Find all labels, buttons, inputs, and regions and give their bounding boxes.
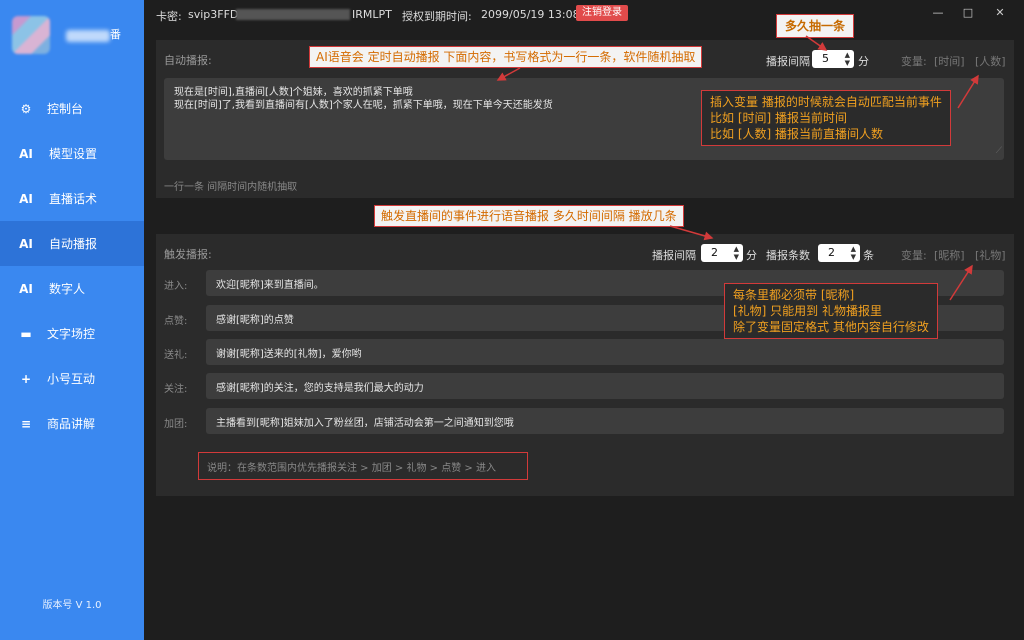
row-label: 进入: <box>164 281 188 292</box>
sidebar-item-label: 文字场控 <box>47 327 96 341</box>
sidebar-item-model-settings[interactable]: AI 模型设置 <box>0 131 144 176</box>
trigger-count-unit: 条 <box>863 249 874 262</box>
title-bar: 卡密: svip3FFD IRMLPT 授权到期时间: 2099/05/19 1… <box>144 0 1024 28</box>
trigger-count-label: 播报条数 <box>766 249 810 262</box>
ai-icon: AI <box>19 236 33 251</box>
sidebar-item-text-control[interactable]: ▬ 文字场控 <box>0 311 144 356</box>
annotation-frequency: 多久抽一条 <box>776 14 855 38</box>
row-label: 关注: <box>164 384 188 395</box>
sidebar-item-live-script[interactable]: AI 直播话术 <box>0 176 144 221</box>
row-label: 加团: <box>164 419 188 430</box>
auto-interval-unit: 分 <box>858 55 869 68</box>
annotation-line: 插入变量 播报的时候就会自动匹配当前事件 <box>710 95 942 109</box>
trigger-interval-value: 2 <box>711 246 718 259</box>
annotation-variables: 插入变量 播报的时候就会自动匹配当前事件 比如 [时间] 播报当前时间 比如 [… <box>701 90 951 146</box>
expire-value: 2099/05/19 13:08 <box>481 8 580 21</box>
username-redacted <box>66 30 110 42</box>
row-label: 送礼: <box>164 350 188 361</box>
list-icon: ≡ <box>20 416 32 431</box>
stepper-arrows-icon[interactable]: ▲ ▼ <box>851 245 856 261</box>
annotation-rules: 每条里都必须带 [昵称] [礼物] 只能用到 礼物播报里 除了变量固定格式 其他… <box>724 283 938 339</box>
minimize-icon[interactable]: — <box>928 4 948 22</box>
version-label: 版本号 V 1.0 <box>42 600 102 611</box>
sidebar-item-label: 商品讲解 <box>47 417 96 431</box>
priority-note: 说明：在条数范围内优先播报关注 > 加团 > 礼物 > 点赞 > 进入 <box>198 452 528 480</box>
annotation-line: 比如 [时间] 播报当前时间 <box>710 111 847 125</box>
card-key-redacted <box>236 9 350 20</box>
trigger-row-follow: 关注: 感谢[昵称]的关注，您的支持是我们最大的动力 <box>164 373 1006 399</box>
trigger-interval-unit: 分 <box>746 249 757 262</box>
sidebar-item-console[interactable]: ⚙ 控制台 <box>0 86 144 131</box>
trigger-row-gift: 送礼: 谢谢[昵称]送来的[礼物]，爱你哟 <box>164 339 1006 365</box>
annotation-auto-desc: AI语音会 定时自动播报 下面内容，书写格式为一行一条，软件随机抽取 <box>309 46 703 68</box>
close-icon[interactable]: ✕ <box>990 4 1010 22</box>
card-key-value-start: svip3FFD <box>188 8 239 21</box>
variable-time[interactable]: [时间] <box>934 53 965 69</box>
stepper-arrows-icon[interactable]: ▲ ▼ <box>845 51 850 67</box>
sidebar-item-product-explain[interactable]: ≡ 商品讲解 <box>0 401 144 446</box>
add-user-icon: + <box>20 371 32 386</box>
gift-input[interactable]: 谢谢[昵称]送来的[礼物]，爱你哟 <box>206 339 1004 365</box>
trigger-broadcast-panel: 触发播报: 播报间隔 2 ▲ ▼ 分 播报条数 2 ▲ ▼ 条 变量: [昵称] [… <box>156 234 1014 496</box>
follow-input[interactable]: 感谢[昵称]的关注，您的支持是我们最大的动力 <box>206 373 1004 399</box>
auto-interval-label: 播报间隔 <box>766 55 810 68</box>
annotation-line: 比如 [人数] 播报当前直播间人数 <box>710 127 883 141</box>
avatar <box>12 16 50 54</box>
sidebar-item-label: 小号互动 <box>47 372 96 386</box>
sidebar-nav: ⚙ 控制台 AI 模型设置 AI 直播话术 AI 自动播报 AI 数字人 ▬ 文… <box>0 86 144 446</box>
resize-grip-icon[interactable]: ⟋ <box>996 145 1002 158</box>
variable-label: 变量: <box>901 249 927 262</box>
maximize-icon[interactable]: □ <box>958 4 978 22</box>
sidebar-item-label: 控制台 <box>47 102 84 116</box>
trigger-count-value: 2 <box>828 246 835 259</box>
variable-label: 变量: <box>901 55 927 68</box>
sidebar: 番 ⚙ 控制台 AI 模型设置 AI 直播话术 AI 自动播报 AI 数字人 ▬… <box>0 0 144 640</box>
gear-icon: ⚙ <box>20 101 32 116</box>
fan-club-input[interactable]: 主播看到[昵称]姐妹加入了粉丝团，店铺活动会第一之间通知到您哦 <box>206 408 1004 434</box>
row-label: 点赞: <box>164 316 188 327</box>
stepper-arrows-icon[interactable]: ▲ ▼ <box>734 245 739 261</box>
variable-people[interactable]: [人数] <box>975 53 1006 69</box>
trigger-row-fan-club: 加团: 主播看到[昵称]姐妹加入了粉丝团，店铺活动会第一之间通知到您哦 <box>164 408 1006 434</box>
auto-broadcast-title: 自动播报: <box>164 54 212 67</box>
chat-icon: ▬ <box>20 326 32 341</box>
auto-interval-stepper[interactable]: 5 ▲ ▼ <box>812 50 854 68</box>
annotation-trigger-desc: 触发直播间的事件进行语音播报 多久时间间隔 播放几条 <box>374 205 684 227</box>
card-key-value-end: IRMLPT <box>352 8 392 21</box>
auto-broadcast-hint: 一行一条 间隔时间内随机抽取 <box>164 182 298 193</box>
sidebar-item-label: 数字人 <box>49 282 86 296</box>
trigger-broadcast-title: 触发播报: <box>164 248 212 261</box>
ai-icon: AI <box>19 281 33 296</box>
sidebar-item-alt-accounts[interactable]: + 小号互动 <box>0 356 144 401</box>
sidebar-item-auto-broadcast[interactable]: AI 自动播报 <box>0 221 144 266</box>
card-key-label: 卡密: <box>156 10 182 23</box>
username-tail: 番 <box>110 28 121 41</box>
trigger-interval-label: 播报间隔 <box>652 249 696 262</box>
ai-icon: AI <box>19 146 33 161</box>
annotation-line: 除了变量固定格式 其他内容自行修改 <box>733 320 929 334</box>
sidebar-item-label: 直播话术 <box>49 192 98 206</box>
annotation-line: 每条里都必须带 [昵称] <box>733 288 855 302</box>
variable-gift[interactable]: [礼物] <box>975 247 1006 263</box>
trigger-interval-stepper[interactable]: 2 ▲ ▼ <box>701 244 743 262</box>
user-area: 番 <box>10 14 140 60</box>
trigger-count-stepper[interactable]: 2 ▲ ▼ <box>818 244 860 262</box>
sidebar-item-digital-human[interactable]: AI 数字人 <box>0 266 144 311</box>
expire-label: 授权到期时间: <box>402 10 472 23</box>
logout-button[interactable]: 注销登录 <box>576 5 628 21</box>
annotation-line: [礼物] 只能用到 礼物播报里 <box>733 304 882 318</box>
sidebar-item-label: 自动播报 <box>49 237 98 251</box>
ai-icon: AI <box>19 191 33 206</box>
variable-nickname[interactable]: [昵称] <box>934 247 965 263</box>
auto-interval-value: 5 <box>822 52 829 65</box>
sidebar-item-label: 模型设置 <box>49 147 98 161</box>
